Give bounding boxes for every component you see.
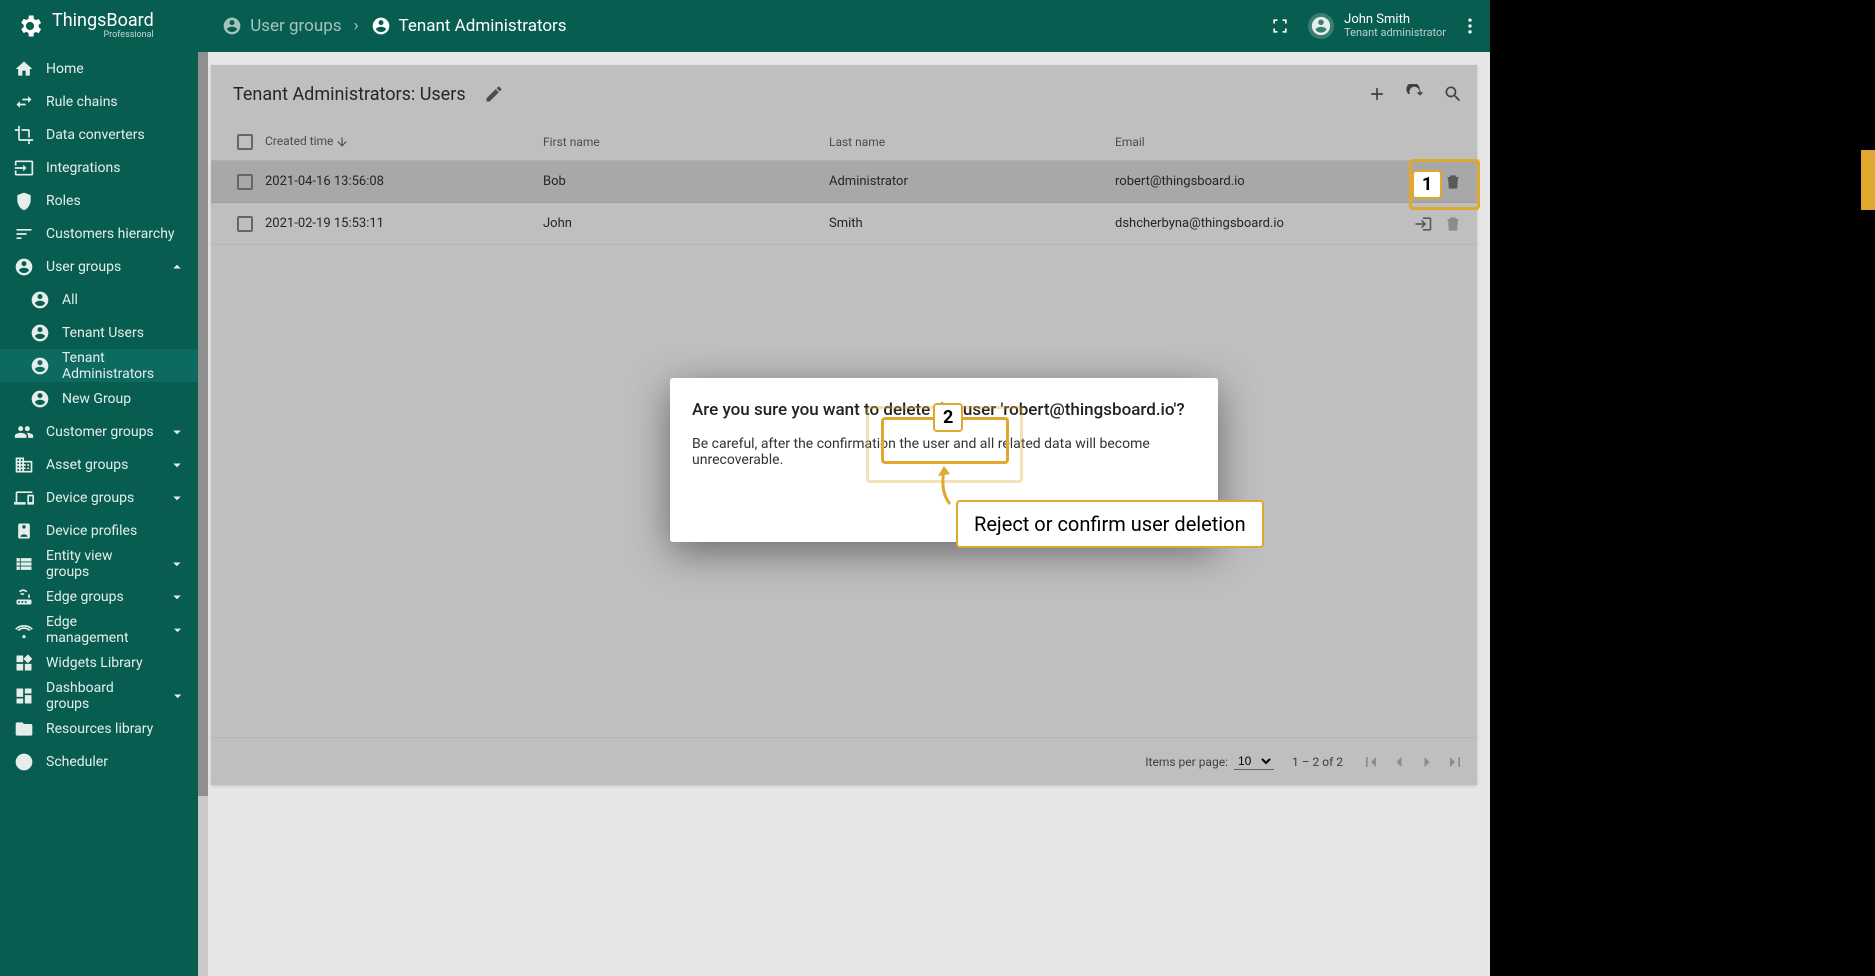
- sidebar-item-integrations[interactable]: Integrations: [0, 151, 198, 184]
- account-circle-icon: [371, 16, 391, 36]
- chevron-up-icon: [168, 258, 186, 276]
- sidebar-item-edge-management[interactable]: Edge management: [0, 613, 198, 646]
- avatar: [1308, 13, 1334, 39]
- breadcrumb-current: Tenant Administrators: [371, 16, 567, 37]
- sidebar-item-entity-view-groups[interactable]: Entity view groups: [0, 547, 198, 580]
- breadcrumb-parent[interactable]: User groups: [222, 16, 342, 37]
- sidebar-item-scheduler[interactable]: Scheduler: [0, 745, 198, 778]
- chevron-down-icon: [168, 588, 186, 606]
- user-role: Tenant administrator: [1344, 27, 1446, 39]
- schedule-icon: [14, 752, 34, 772]
- widgets-icon: [14, 653, 34, 673]
- sidebar-item-edge-groups[interactable]: Edge groups: [0, 580, 198, 613]
- chevron-down-icon: [169, 621, 186, 639]
- sidebar-item-tenant-users[interactable]: Tenant Users: [0, 316, 198, 349]
- brand-subtitle: Professional: [52, 30, 154, 40]
- sidebar: Home Rule chains Data converters Integra…: [0, 52, 198, 976]
- chevron-down-icon: [168, 423, 186, 441]
- sidebar-item-widgets-library[interactable]: Widgets Library: [0, 646, 198, 679]
- account-circle-icon: [1310, 15, 1332, 37]
- account-circle-icon: [222, 16, 242, 36]
- brand-title: ThingsBoard: [52, 12, 154, 30]
- sidebar-item-home[interactable]: Home: [0, 52, 198, 85]
- edge-highlight: [1861, 150, 1875, 210]
- wifi-icon: [14, 620, 34, 640]
- sidebar-item-roles[interactable]: Roles: [0, 184, 198, 217]
- sidebar-item-new-group[interactable]: New Group: [0, 382, 198, 415]
- sidebar-item-device-profiles[interactable]: Device profiles: [0, 514, 198, 547]
- sidebar-item-customer-groups[interactable]: Customer groups: [0, 415, 198, 448]
- folder-icon: [14, 719, 34, 739]
- chevron-down-icon: [168, 489, 186, 507]
- sidebar-item-tenant-administrators[interactable]: Tenant Administrators: [0, 349, 198, 382]
- sort-icon: [14, 224, 34, 244]
- sidebar-item-rule-chains[interactable]: Rule chains: [0, 85, 198, 118]
- home-icon: [14, 59, 34, 79]
- account-circle-icon: [30, 323, 50, 343]
- crop-icon: [14, 125, 34, 145]
- sidebar-item-resources-library[interactable]: Resources library: [0, 712, 198, 745]
- account-circle-icon: [30, 356, 50, 376]
- router-icon: [14, 587, 34, 607]
- sidebar-item-all[interactable]: All: [0, 283, 198, 316]
- account-circle-icon: [14, 257, 34, 277]
- brand-logo: ThingsBoard Professional: [0, 12, 198, 40]
- view-icon: [14, 554, 34, 574]
- chevron-down-icon: [168, 456, 186, 474]
- breadcrumb: User groups › Tenant Administrators: [222, 16, 567, 37]
- sidebar-item-dashboard-groups[interactable]: Dashboard groups: [0, 679, 198, 712]
- chevron-down-icon: [169, 687, 186, 705]
- annotation-step-1: 1: [1412, 170, 1442, 199]
- sidebar-item-user-groups[interactable]: User groups: [0, 250, 198, 283]
- dashboard-icon: [14, 686, 34, 706]
- user-name: John Smith: [1344, 13, 1446, 27]
- sidebar-item-device-groups[interactable]: Device groups: [0, 481, 198, 514]
- sidebar-item-data-converters[interactable]: Data converters: [0, 118, 198, 151]
- sidebar-item-customers-hierarchy[interactable]: Customers hierarchy: [0, 217, 198, 250]
- supervisor-icon: [14, 422, 34, 442]
- current-user[interactable]: John Smith Tenant administrator: [1308, 13, 1446, 39]
- breadcrumb-separator: ›: [354, 16, 359, 36]
- account-circle-icon: [30, 389, 50, 409]
- input-icon: [14, 158, 34, 178]
- swap-icon: [14, 92, 34, 112]
- fullscreen-icon[interactable]: [1270, 16, 1290, 36]
- devices-icon: [14, 488, 34, 508]
- gear-icon: [16, 12, 44, 40]
- domain-icon: [14, 455, 34, 475]
- chevron-down-icon: [168, 555, 186, 573]
- shield-icon: [14, 191, 34, 211]
- more-vert-icon[interactable]: [1460, 16, 1480, 36]
- annotation-step-2: 2: [933, 403, 963, 432]
- sidebar-item-asset-groups[interactable]: Asset groups: [0, 448, 198, 481]
- account-circle-icon: [30, 290, 50, 310]
- annotation-callout: Reject or confirm user deletion: [956, 500, 1264, 548]
- badge-icon: [14, 521, 34, 541]
- dialog-body: Be careful, after the confirmation the u…: [692, 436, 1196, 468]
